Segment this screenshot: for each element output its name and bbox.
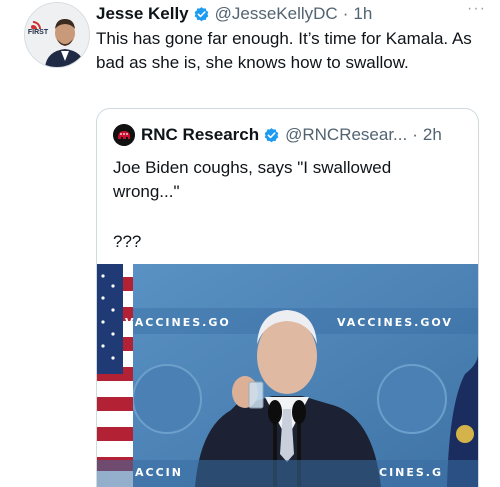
video-frame: [97, 264, 478, 487]
author-avatar[interactable]: FIRST: [24, 2, 90, 68]
verified-badge-icon: [194, 6, 208, 21]
banner-text-bottom-right: CINES.G: [379, 466, 444, 479]
rss-icon: [31, 21, 41, 29]
quoted-author-name[interactable]: RNC Research: [141, 125, 259, 145]
banner-text-right: VACCINES.GOV: [337, 316, 453, 329]
quoted-tweet-text: Joe Biden coughs, says "I swallowed wron…: [113, 158, 392, 201]
quoted-author-handle[interactable]: @RNCResear...: [285, 125, 407, 145]
avatar-badge-text: FIRST: [27, 29, 49, 36]
quoted-tweet-video[interactable]: VACCINES.GO VACCINES.GOV ACCIN CINES.G: [97, 264, 478, 487]
tweet-header: Jesse Kelly @JesseKellyDC · 1h: [96, 2, 488, 26]
avatar-logo: FIRST: [27, 19, 49, 37]
tweet: FIRST Jesse Kelly @JesseKellyDC · 1h ···…: [0, 0, 500, 487]
timestamp[interactable]: 1h: [353, 4, 372, 24]
quoted-timestamp[interactable]: 2h: [423, 125, 442, 145]
banner-text-left: VACCINES.GO: [125, 316, 231, 329]
banner-text-bottom-left: ACCIN: [135, 466, 183, 479]
quoted-tweet[interactable]: RNC Research @RNCResear... · 2h Joe Bide…: [96, 108, 479, 487]
quoted-tweet-header: RNC Research @RNCResear... · 2h: [113, 124, 468, 146]
quoted-tweet-extra: ???: [113, 232, 142, 251]
verified-badge-icon: [264, 127, 279, 142]
author-name[interactable]: Jesse Kelly: [96, 4, 189, 24]
more-options-icon[interactable]: ···: [467, 0, 486, 18]
separator: ·: [342, 4, 349, 23]
us-flag: [97, 264, 133, 487]
tweet-text: This has gone far enough. It’s time for …: [96, 29, 472, 72]
separator: ·: [412, 125, 418, 144]
rnc-elephant-icon[interactable]: [113, 124, 135, 146]
author-handle[interactable]: @JesseKellyDC: [215, 4, 338, 24]
